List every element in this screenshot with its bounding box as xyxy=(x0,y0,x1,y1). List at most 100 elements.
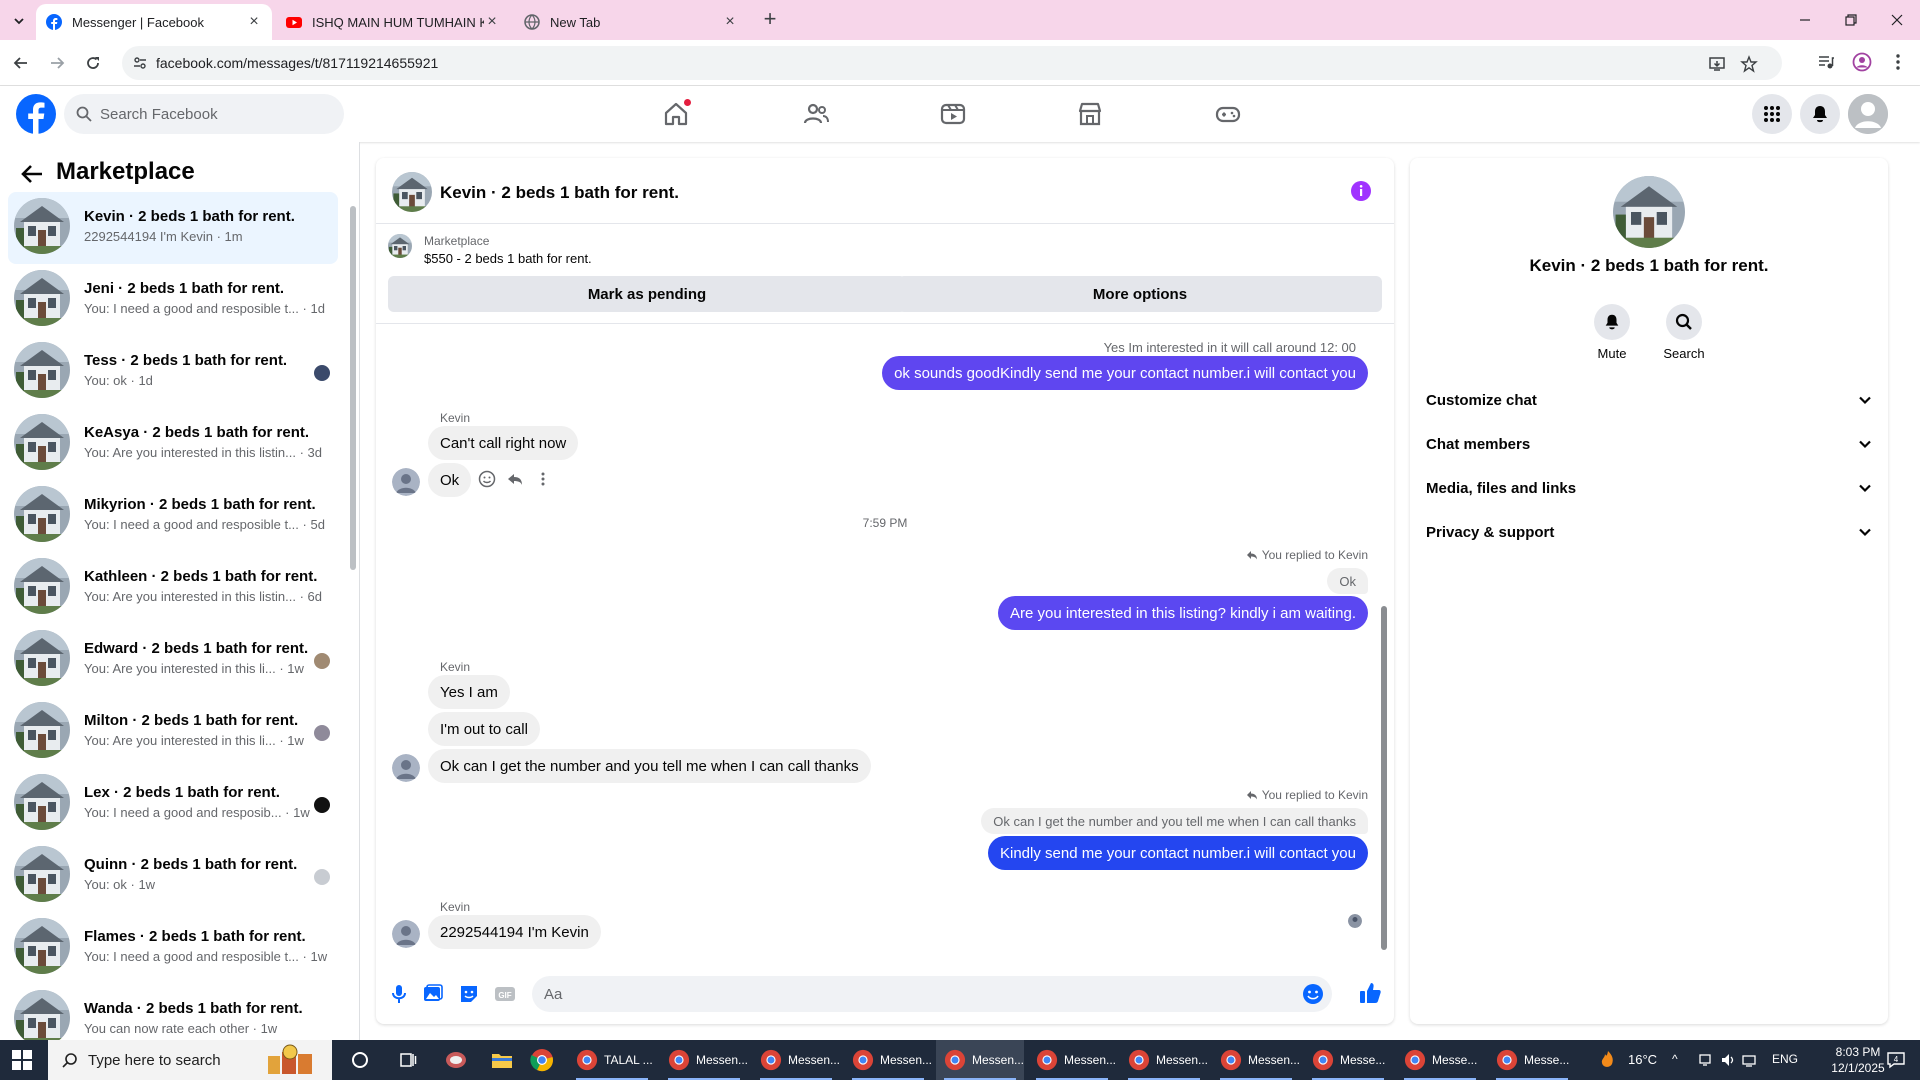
close-window-icon[interactable] xyxy=(1874,6,1920,34)
customize-chat-section[interactable]: Customize chat xyxy=(1426,382,1872,418)
tab-close-icon[interactable]: × xyxy=(246,14,262,30)
taskbar-app-messenger-active[interactable]: Messen... xyxy=(936,1040,1024,1080)
incoming-message[interactable]: I'm out to call xyxy=(428,712,540,746)
taskbar-app-messenger[interactable]: Messen... xyxy=(660,1040,748,1080)
tab-close-icon[interactable]: × xyxy=(722,14,738,30)
incoming-message[interactable]: Yes I am xyxy=(428,675,510,709)
minimize-icon[interactable] xyxy=(1782,6,1828,34)
profile-icon[interactable] xyxy=(1852,52,1872,72)
react-emoji-icon[interactable] xyxy=(478,470,496,488)
facebook-search-box[interactable] xyxy=(64,94,344,134)
mute-button[interactable]: Mute xyxy=(1582,304,1642,361)
tray-chevron-up-icon[interactable]: ^ xyxy=(1672,1052,1678,1066)
taskbar-app-messenger[interactable]: Messen... xyxy=(844,1040,932,1080)
forward-arrow-icon[interactable] xyxy=(44,50,70,76)
conversation-item[interactable]: Edward · 2 beds 1 bath for rent. You: Ar… xyxy=(8,624,338,696)
taskbar-app-messenger[interactable]: Messe... xyxy=(1488,1040,1576,1080)
conversation-item[interactable]: Flames · 2 beds 1 bath for rent. You: I … xyxy=(8,912,338,984)
privacy-support-section[interactable]: Privacy & support xyxy=(1426,514,1872,550)
more-vertical-icon[interactable] xyxy=(534,470,552,488)
photo-attach-icon[interactable] xyxy=(422,983,444,1005)
chat-title[interactable]: Kevin · 2 beds 1 bath for rent. xyxy=(440,183,679,203)
thumbs-up-like-icon[interactable] xyxy=(1358,981,1381,1003)
taskbar-app-messenger[interactable]: Messen... xyxy=(1212,1040,1300,1080)
taskbar-app-messenger[interactable]: Messen... xyxy=(752,1040,840,1080)
conversation-item[interactable]: Quinn · 2 beds 1 bath for rent. You: ok … xyxy=(8,840,338,912)
site-info-icon[interactable] xyxy=(132,55,148,71)
conversation-item[interactable]: Jeni · 2 beds 1 bath for rent. You: I ne… xyxy=(8,264,338,336)
new-tab-plus-icon[interactable]: + xyxy=(758,8,782,32)
tab-messenger[interactable]: Messenger | Facebook × xyxy=(36,4,272,40)
conversation-item[interactable]: Wanda · 2 beds 1 bath for rent. You can … xyxy=(8,984,338,1040)
taskbar-app-messenger[interactable]: Messe... xyxy=(1396,1040,1484,1080)
chrome-icon[interactable] xyxy=(528,1046,556,1074)
message-input-field[interactable] xyxy=(532,976,1332,1012)
conversation-item[interactable]: KeAsya · 2 beds 1 bath for rent. You: Ar… xyxy=(8,408,338,480)
facebook-search-input[interactable] xyxy=(100,94,330,134)
taskbar-search-input[interactable] xyxy=(88,1040,268,1080)
more-options-button[interactable]: More options xyxy=(898,276,1382,312)
install-app-icon[interactable] xyxy=(1708,55,1726,73)
scrollbar-thumb[interactable] xyxy=(350,206,356,570)
nav-friends-icon[interactable] xyxy=(800,98,832,130)
outgoing-message[interactable]: Are you interested in this listing? kind… xyxy=(998,596,1368,630)
outgoing-message[interactable]: Kindly send me your contact number.i wil… xyxy=(987,836,1368,870)
menu-grid-icon[interactable] xyxy=(1752,94,1792,134)
emoji-picker-icon[interactable] xyxy=(1302,983,1324,1005)
incoming-message[interactable]: Ok xyxy=(428,463,472,497)
conversation-item[interactable]: Tess · 2 beds 1 bath for rent. You: ok ·… xyxy=(8,336,338,408)
scrollbar-thumb[interactable] xyxy=(1381,606,1387,950)
back-arrow-icon[interactable] xyxy=(18,160,46,188)
weather-temperature[interactable]: 16°C xyxy=(1628,1052,1657,1067)
media-control-icon[interactable] xyxy=(1816,52,1836,72)
chat-members-section[interactable]: Chat members xyxy=(1426,426,1872,462)
chat-avatar[interactable] xyxy=(392,172,432,212)
conversation-info-icon[interactable] xyxy=(1350,180,1372,202)
tab-search-dropdown-icon[interactable] xyxy=(8,10,30,32)
network-icon[interactable] xyxy=(1736,1046,1764,1074)
input-language[interactable]: ENG xyxy=(1772,1052,1798,1066)
search-conversation-button[interactable]: Search xyxy=(1654,304,1714,361)
chrome-menu-icon[interactable] xyxy=(1888,52,1908,72)
reload-icon[interactable] xyxy=(80,50,106,76)
tab-close-icon[interactable]: × xyxy=(484,14,500,30)
restore-icon[interactable] xyxy=(1828,6,1874,34)
facebook-logo-icon[interactable] xyxy=(16,94,56,134)
back-arrow-icon[interactable] xyxy=(8,50,34,76)
message-input[interactable] xyxy=(544,976,1284,1012)
taskbar-app-messenger[interactable]: Messen... xyxy=(1028,1040,1116,1080)
windows-start-icon[interactable] xyxy=(12,1050,32,1070)
app-icon[interactable] xyxy=(442,1046,470,1074)
address-bar[interactable]: facebook.com/messages/t/817119214655921 xyxy=(122,46,1782,80)
account-avatar[interactable] xyxy=(1848,94,1888,134)
conversation-item[interactable]: Lex · 2 beds 1 bath for rent. You: I nee… xyxy=(8,768,338,840)
taskbar-app-messenger[interactable]: Messen... xyxy=(1120,1040,1208,1080)
conversation-item[interactable]: Kevin · 2 beds 1 bath for rent. 22925441… xyxy=(8,192,338,264)
sticker-icon[interactable] xyxy=(458,983,480,1005)
nav-marketplace-icon[interactable] xyxy=(1074,98,1106,130)
conversation-item[interactable]: Kathleen · 2 beds 1 bath for rent. You: … xyxy=(8,552,338,624)
weather-icon[interactable] xyxy=(1594,1046,1622,1074)
incoming-message[interactable]: Ok can I get the number and you tell me … xyxy=(428,749,871,783)
taskbar-app-talal[interactable]: TALAL ... xyxy=(568,1040,656,1080)
tab-youtube[interactable]: ISHQ MAIN HUM TUMHAIN KI × xyxy=(276,4,510,40)
microphone-icon[interactable] xyxy=(388,983,410,1005)
conversation-item[interactable]: Mikyrion · 2 beds 1 bath for rent. You: … xyxy=(8,480,338,552)
file-explorer-icon[interactable] xyxy=(488,1046,516,1074)
task-view-icon[interactable] xyxy=(394,1046,422,1074)
reply-icon[interactable] xyxy=(506,470,524,488)
cortana-circle-icon[interactable] xyxy=(346,1046,374,1074)
nav-home-icon[interactable] xyxy=(660,98,692,130)
incoming-message[interactable]: 2292544194 I'm Kevin xyxy=(428,915,601,949)
gif-icon[interactable]: GIF xyxy=(494,983,516,1005)
tab-new-tab[interactable]: New Tab × xyxy=(514,4,748,40)
media-files-links-section[interactable]: Media, files and links xyxy=(1426,470,1872,506)
sidebar-scrollbar[interactable] xyxy=(349,192,357,1036)
profile-avatar[interactable] xyxy=(1613,176,1685,248)
notifications-bell-icon[interactable] xyxy=(1800,94,1840,134)
mark-as-pending-button[interactable]: Mark as pending xyxy=(388,276,906,312)
incoming-message[interactable]: Can't call right now xyxy=(428,426,579,460)
nav-gaming-icon[interactable] xyxy=(1212,98,1244,130)
outgoing-message[interactable]: ok sounds goodKindly send me your contac… xyxy=(882,356,1368,390)
taskbar-app-messenger[interactable]: Messe... xyxy=(1304,1040,1392,1080)
